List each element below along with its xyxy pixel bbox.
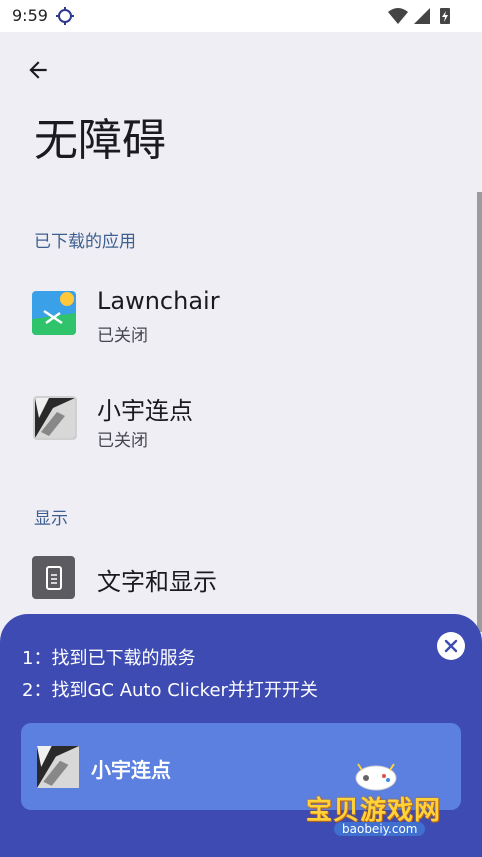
watermark-logo: 宝贝游戏网 baobeiy.com xyxy=(300,760,460,850)
item-title: 文字和显示 xyxy=(97,568,217,596)
item-status: 已关闭 xyxy=(97,431,148,451)
page-title: 无障碍 xyxy=(34,115,166,166)
arrow-left-icon xyxy=(29,61,47,79)
scrollbar[interactable] xyxy=(477,192,482,632)
section-header-downloaded: 已下载的应用 xyxy=(34,232,136,252)
lawnchair-app-icon xyxy=(32,291,76,335)
close-button[interactable] xyxy=(437,632,465,660)
cell-signal-icon xyxy=(414,8,430,24)
list-item-xiaoyu[interactable]: 小宇连点 已关闭 xyxy=(0,370,476,466)
status-bar: 9:59 xyxy=(0,0,482,32)
close-icon xyxy=(444,639,458,653)
item-title: Lawnchair xyxy=(97,287,220,315)
wifi-icon xyxy=(388,8,408,24)
back-button[interactable] xyxy=(22,54,54,86)
gamepad-icon xyxy=(355,763,397,791)
section-header-display: 显示 xyxy=(34,509,68,529)
guide-step-1: 1：找到已下载的服务 xyxy=(22,648,196,669)
app-card-label: 小宇连点 xyxy=(91,758,171,782)
status-time: 9:59 xyxy=(12,6,48,25)
text-display-icon xyxy=(32,556,75,599)
watermark-url: baobeiy.com xyxy=(334,822,426,836)
item-title: 小宇连点 xyxy=(97,397,193,425)
guide-step-2: 2：找到GC Auto Clicker并打开开关 xyxy=(22,680,318,701)
location-target-icon xyxy=(56,7,74,25)
status-icons xyxy=(388,8,450,24)
item-status: 已关闭 xyxy=(97,326,148,346)
xiaoyu-app-icon xyxy=(33,396,77,440)
xiaoyu-app-icon xyxy=(37,746,79,788)
list-item-lawnchair[interactable]: Lawnchair 已关闭 xyxy=(0,266,476,362)
list-item-text-display[interactable]: 文字和显示 xyxy=(0,530,476,626)
